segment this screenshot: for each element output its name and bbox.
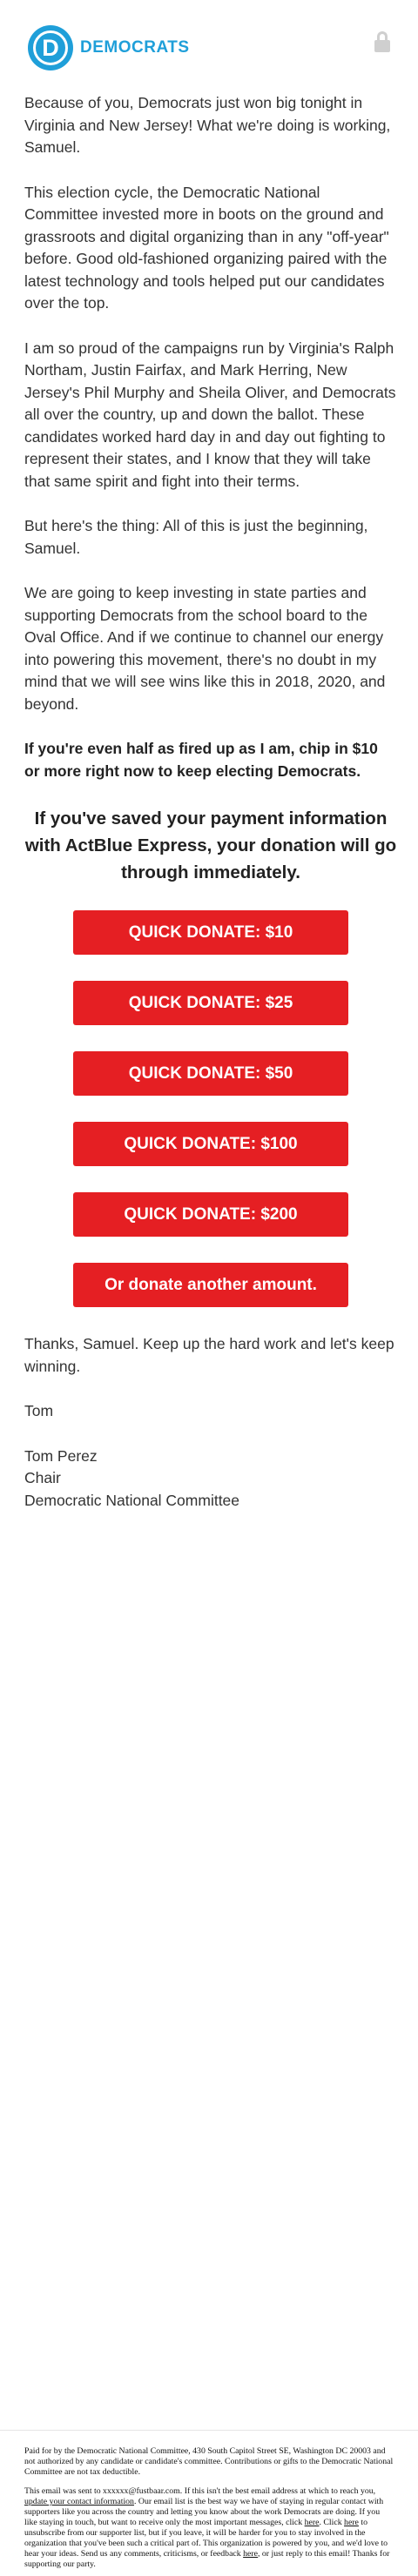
subscription-notice: This email was sent to xxxxxx@fustbaar.c… bbox=[24, 2486, 394, 2570]
quick-donate-10-button[interactable]: QUICK DONATE: $10 bbox=[73, 910, 348, 955]
quick-donate-200-button[interactable]: QUICK DONATE: $200 bbox=[73, 1192, 348, 1237]
actblue-express-callout: If you've saved your payment information… bbox=[24, 808, 397, 882]
democrats-logo[interactable]: D DEMOCRATS bbox=[28, 25, 190, 70]
email-body: Because of you, Democrats just won big t… bbox=[24, 92, 397, 1512]
signature-title: Chair bbox=[24, 1469, 61, 1486]
signoff-first-name: Tom bbox=[24, 1402, 54, 1419]
notice-text: This email was sent to xxxxxx@fustbaar.c… bbox=[24, 2486, 376, 2496]
lock-body bbox=[374, 40, 390, 52]
quick-donate-100-button[interactable]: QUICK DONATE: $100 bbox=[73, 1122, 348, 1166]
important-messages-link[interactable]: here bbox=[305, 2518, 320, 2527]
notice-text: . Click bbox=[319, 2518, 342, 2527]
lock-icon bbox=[374, 31, 390, 52]
quick-donate-50-button[interactable]: QUICK DONATE: $50 bbox=[73, 1051, 348, 1096]
signature-org: Democratic National Committee bbox=[24, 1491, 240, 1509]
body-paragraph: We are going to keep investing in state … bbox=[24, 584, 386, 713]
body-paragraph: But here's the thing: All of this is jus… bbox=[24, 517, 368, 557]
signature-name: Tom Perez bbox=[24, 1446, 98, 1465]
logo-letter: D bbox=[42, 35, 59, 61]
donate-other-amount-button[interactable]: Or donate another amount. bbox=[73, 1263, 348, 1307]
paid-for-disclaimer: Paid for by the Democratic National Comm… bbox=[24, 2446, 394, 2477]
donation-ask: If you're even half as fired up as I am,… bbox=[24, 740, 378, 780]
body-paragraph: Because of you, Democrats just won big t… bbox=[24, 94, 391, 156]
quick-donate-25-button[interactable]: QUICK DONATE: $25 bbox=[73, 981, 348, 1025]
email-header: D DEMOCRATS bbox=[0, 0, 418, 103]
body-paragraph: I am so proud of the campaigns run by Vi… bbox=[24, 339, 396, 490]
email-footer: Paid for by the Democratic National Comm… bbox=[0, 2430, 418, 2576]
unsubscribe-link[interactable]: here bbox=[344, 2518, 359, 2527]
feedback-link[interactable]: here bbox=[243, 2549, 258, 2559]
democrats-logo-circle-icon: D bbox=[28, 25, 73, 70]
logo-text: DEMOCRATS bbox=[80, 38, 190, 57]
closing-line: Thanks, Samuel. Keep up the hard work an… bbox=[24, 1335, 394, 1375]
update-contact-info-link[interactable]: update your contact information bbox=[24, 2497, 134, 2506]
body-paragraph: This election cycle, the Democratic Nati… bbox=[24, 183, 389, 312]
